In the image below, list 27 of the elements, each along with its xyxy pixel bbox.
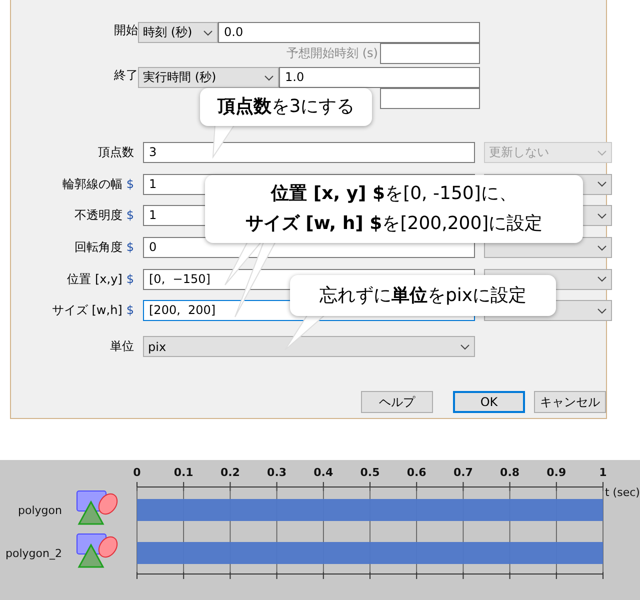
field-label: 位置 [x,y] $ — [66, 270, 134, 288]
tick-label: 0.7 — [453, 466, 473, 479]
track-label: polygon_2 — [6, 547, 62, 560]
field-label: 輪郭線の幅 $ — [61, 176, 134, 193]
field-label: 頂点数 — [97, 144, 134, 161]
tick-label: 0.5 — [360, 466, 380, 479]
tick-label: 0.3 — [267, 466, 287, 479]
tick-label: 0.8 — [500, 466, 520, 479]
track-label: polygon — [18, 504, 62, 517]
field-label: 単位 — [109, 338, 134, 356]
field-label: 予想開始時刻 (s) — [286, 45, 378, 62]
tick-label: 0.6 — [406, 466, 426, 479]
tick-label: 0.1 — [174, 466, 194, 479]
axis-label: t (sec) — [605, 486, 640, 499]
tick-label: 0 — [133, 466, 141, 479]
field-label: サイズ [w,h] $ — [50, 302, 134, 320]
tick-label: 0.9 — [546, 466, 566, 479]
callout-text: 位置 [x, y] $を[0, -150]に、 — [271, 182, 517, 206]
tick-label: 0.4 — [314, 466, 334, 479]
field-label: 不透明度 $ — [73, 207, 134, 224]
tick-label: 0.2 — [220, 466, 240, 479]
field-label: 回転角度 $ — [73, 239, 134, 256]
tick-label: 1 — [599, 466, 607, 479]
field-label: 終了 — [113, 67, 138, 83]
field-label: 開始 — [113, 22, 138, 38]
callout-text: 頂点数を3にする — [217, 95, 355, 119]
callout-text: サイズ [w, h] $を[200,200]に設定 — [245, 212, 543, 236]
